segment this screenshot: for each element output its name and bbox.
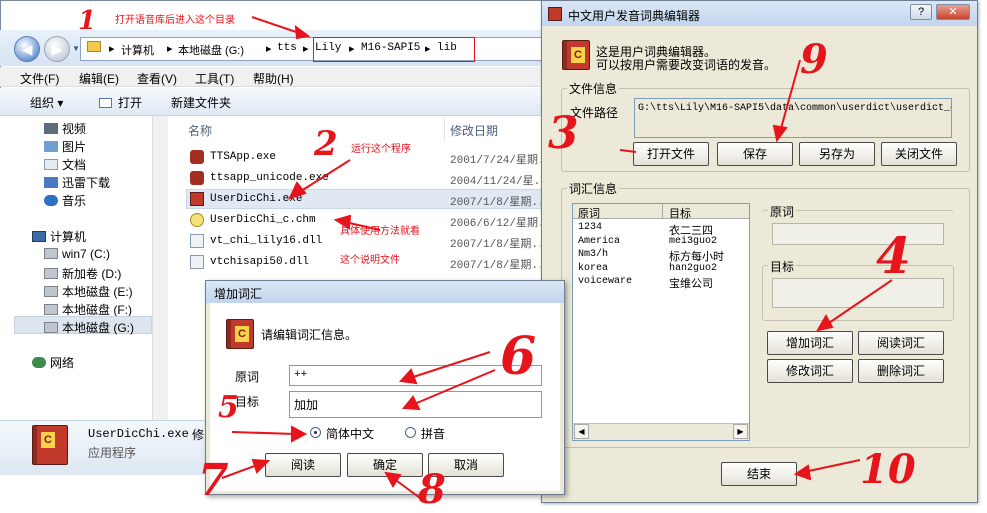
step-number-4: 4	[876, 226, 911, 285]
step-number-5: 5	[218, 390, 239, 425]
arrow-10	[803, 459, 861, 473]
arrow-3	[619, 149, 637, 153]
step-number-6: 6	[500, 326, 537, 387]
step-number-7: 7	[198, 455, 229, 506]
arrow-6a	[409, 351, 491, 379]
annotation-arrows	[221, 16, 893, 499]
step-number-9: 9	[800, 36, 828, 83]
annotation-usage-note: 具体使用方法就看	[340, 226, 420, 237]
annotation-run-note: 运行这个程序	[351, 144, 411, 155]
annotation-doc-note: 这个说明文件	[340, 255, 400, 266]
annotation-top-note: 打开语音库后进入这个目录	[115, 15, 235, 26]
step-number-2: 2	[314, 124, 338, 164]
arrow-2	[297, 159, 351, 194]
arrow-1	[251, 16, 303, 35]
arrow-4	[825, 279, 893, 326]
arrow-9	[779, 59, 801, 133]
arrow-5	[231, 431, 297, 435]
step-number-8: 8	[418, 466, 446, 513]
step-number-10: 10	[860, 446, 916, 493]
step-number-3: 3	[548, 108, 579, 159]
arrow-6b	[411, 369, 496, 406]
step-number-1: 1	[78, 6, 97, 36]
